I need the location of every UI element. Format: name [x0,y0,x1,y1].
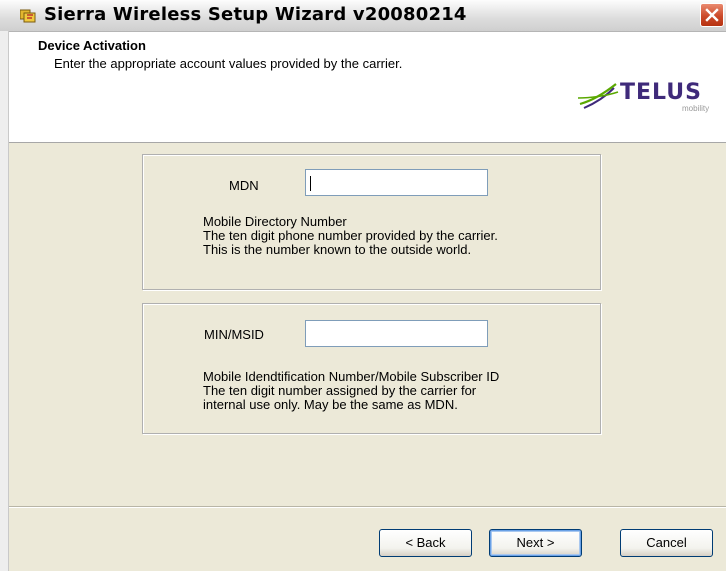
page-subtitle: Enter the appropriate account values pro… [54,56,403,71]
mdn-label: MDN [229,178,259,193]
button-separator [9,506,726,508]
logo-wordmark: TELUS [620,80,702,105]
next-button[interactable]: Next > [489,529,582,557]
close-button[interactable] [700,3,724,27]
cancel-button[interactable]: Cancel [620,529,713,557]
mdn-desc-line: Mobile Directory Number [203,214,347,229]
min-msid-description: Mobile Idendtification Number/Mobile Sub… [203,370,499,412]
min-msid-input[interactable] [305,320,488,347]
min-desc-line: The ten digit number assigned by the car… [203,383,477,398]
logo-subtext: mobility [682,104,710,113]
setup-wizard-icon [19,9,36,23]
page-title: Device Activation [38,38,146,53]
min-desc-line: internal use only. May be the same as MD… [203,397,458,412]
min-msid-label: MIN/MSID [204,327,264,342]
back-button[interactable]: < Back [379,529,472,557]
title-bar[interactable]: Sierra Wireless Setup Wizard v20080214 [0,0,726,32]
mdn-description: Mobile Directory Number The ten digit ph… [203,215,498,257]
min-desc-line: Mobile Idendtification Number/Mobile Sub… [203,369,500,384]
mdn-input[interactable] [305,169,488,196]
window-border [0,31,9,571]
text-cursor [310,176,311,191]
setup-wizard-window: Sierra Wireless Setup Wizard v20080214 D… [0,0,726,571]
mdn-desc-line: The ten digit phone number provided by t… [203,228,498,243]
window-title: Sierra Wireless Setup Wizard v20080214 [44,4,467,25]
mdn-desc-line: This is the number known to the outside … [203,242,472,257]
